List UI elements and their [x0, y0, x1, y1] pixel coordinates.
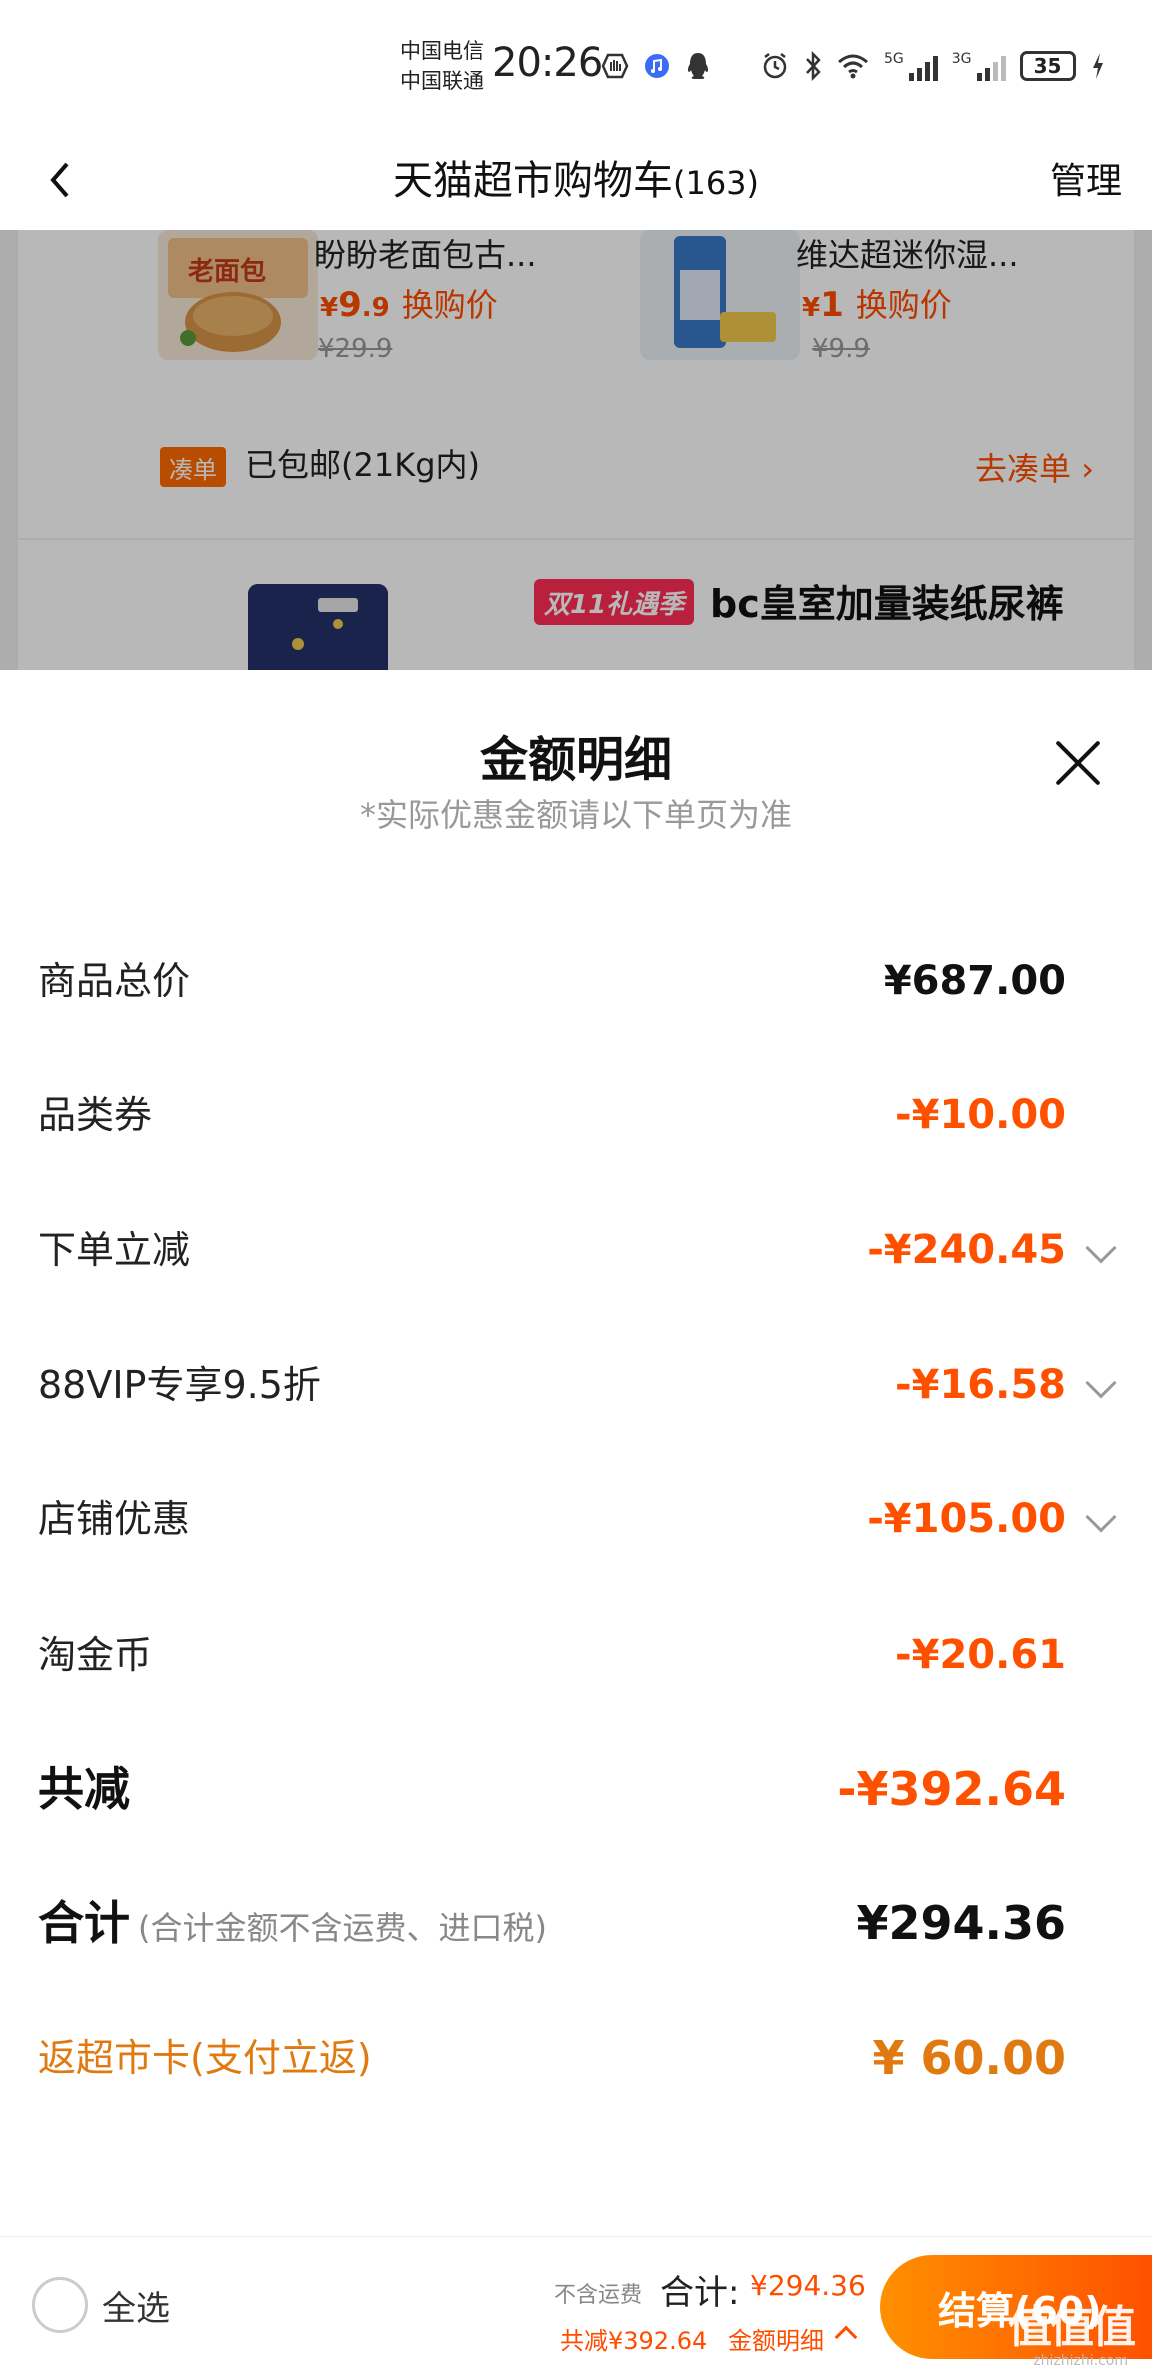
hand-icon [600, 48, 630, 84]
qq-icon [684, 48, 712, 84]
row-value: -¥392.64 [837, 1762, 1066, 1816]
clock: 20:26 [492, 40, 603, 86]
chevron-down-icon[interactable] [1085, 1501, 1117, 1533]
music-app-icon [644, 48, 670, 84]
row-label: 返超市卡(支付立返) [38, 2036, 372, 2080]
manage-button[interactable]: 管理 [1050, 152, 1122, 204]
amount-details-sheet: 金额明细 *实际优惠金额请以下单页为准 商品总价 ¥687.00 品类券 -¥1… [0, 670, 1152, 2236]
detail-row-cashback: 返超市卡(支付立返) ¥ 60.00 [0, 2013, 1152, 2103]
row-value: ¥687.00 [883, 958, 1066, 1004]
battery-indicator: 35 [1019, 51, 1076, 81]
detail-row-subtotal: 商品总价 ¥687.00 [0, 936, 1152, 1026]
row-value: -¥16.58 [895, 1362, 1066, 1408]
page-title-text: 天猫超市购物车 [392, 158, 673, 204]
carrier-1: 中国电信 [400, 39, 484, 63]
select-all-label[interactable]: 全选 [102, 2281, 170, 2330]
row-label: 下单立减 [38, 1228, 191, 1272]
signal-strength-icon-2: 3G [952, 51, 1006, 81]
charging-icon [1090, 48, 1106, 84]
row-value: -¥240.45 [867, 1227, 1066, 1273]
watermark-logo: 值值值 [1008, 2302, 1136, 2353]
detail-row-total-saved: 共减 -¥392.64 [0, 1744, 1152, 1834]
chevron-down-icon[interactable] [1085, 1367, 1117, 1399]
cart-count: (163) [672, 164, 760, 202]
row-value: -¥20.61 [895, 1632, 1066, 1678]
sheet-subtitle: *实际优惠金额请以下单页为准 [359, 796, 792, 834]
total-note: (合计金额不含运费、进口税) [138, 1909, 547, 1947]
excl-shipping-note: 不含运费 [554, 2283, 643, 2308]
status-icons: 5G 3G 35 [600, 46, 1106, 86]
alarm-icon [760, 48, 790, 84]
signal-strength-icon-1: 5G [884, 51, 938, 81]
sheet-title: 金额明细 [479, 732, 672, 788]
chevron-down-icon[interactable] [1085, 1232, 1117, 1264]
amount-details-toggle[interactable]: 金额明细 [728, 2321, 824, 2356]
close-button[interactable] [1050, 735, 1106, 791]
carrier-2: 中国联通 [400, 69, 484, 93]
page-title: 天猫超市购物车(163) [0, 148, 1152, 206]
row-label: 共减 [38, 1762, 130, 1816]
detail-row-instant-discount[interactable]: 下单立减 -¥240.45 [0, 1205, 1152, 1295]
select-all-checkbox[interactable] [32, 2277, 88, 2333]
carrier-info: 中国电信 中国联通 [400, 36, 484, 96]
total-label: 合计 [38, 1896, 130, 1950]
wifi-icon [836, 48, 870, 84]
watermark-url: zhizhizhi.com [1033, 2353, 1128, 2369]
row-label: 品类券 [38, 1093, 153, 1137]
checkout-bar: 全选 不含运费 合计: ¥294.36 共减¥392.64 金额明细 结算(60… [0, 2236, 1152, 2376]
row-value: ¥ 60.00 [872, 2031, 1066, 2085]
total-label: 合计: [660, 2273, 740, 2313]
detail-row-88vip[interactable]: 88VIP专享9.5折 -¥16.58 [0, 1340, 1152, 1430]
bluetooth-icon [804, 48, 822, 84]
row-label: 商品总价 [38, 959, 191, 1003]
row-value: ¥294.36 [856, 1896, 1066, 1950]
detail-row-store-discount[interactable]: 店铺优惠 -¥105.00 [0, 1474, 1152, 1564]
row-label: 店铺优惠 [38, 1497, 191, 1541]
nav-bar: 天猫超市购物车(163) 管理 [0, 140, 1152, 230]
caret-up-icon[interactable] [834, 2325, 858, 2349]
modal-backdrop[interactable] [0, 230, 1152, 670]
row-value: -¥105.00 [867, 1496, 1066, 1542]
saved-amount: 共减¥392.64 [560, 2327, 708, 2355]
status-bar: 中国电信 中国联通 20:26 5G 3G 35 [0, 0, 1152, 140]
row-label: 淘金币 [38, 1633, 153, 1677]
total-amount: ¥294.36 [750, 2269, 866, 2302]
row-value: -¥10.00 [895, 1092, 1066, 1138]
detail-row-taojinbi: 淘金币 -¥20.61 [0, 1610, 1152, 1700]
detail-row-category-coupon: 品类券 -¥10.00 [0, 1070, 1152, 1160]
detail-row-total: 合计 (合计金额不含运费、进口税) ¥294.36 [0, 1878, 1152, 1968]
row-label: 合计 (合计金额不含运费、进口税) [38, 1878, 547, 1973]
row-label: 88VIP专享9.5折 [38, 1363, 321, 1407]
